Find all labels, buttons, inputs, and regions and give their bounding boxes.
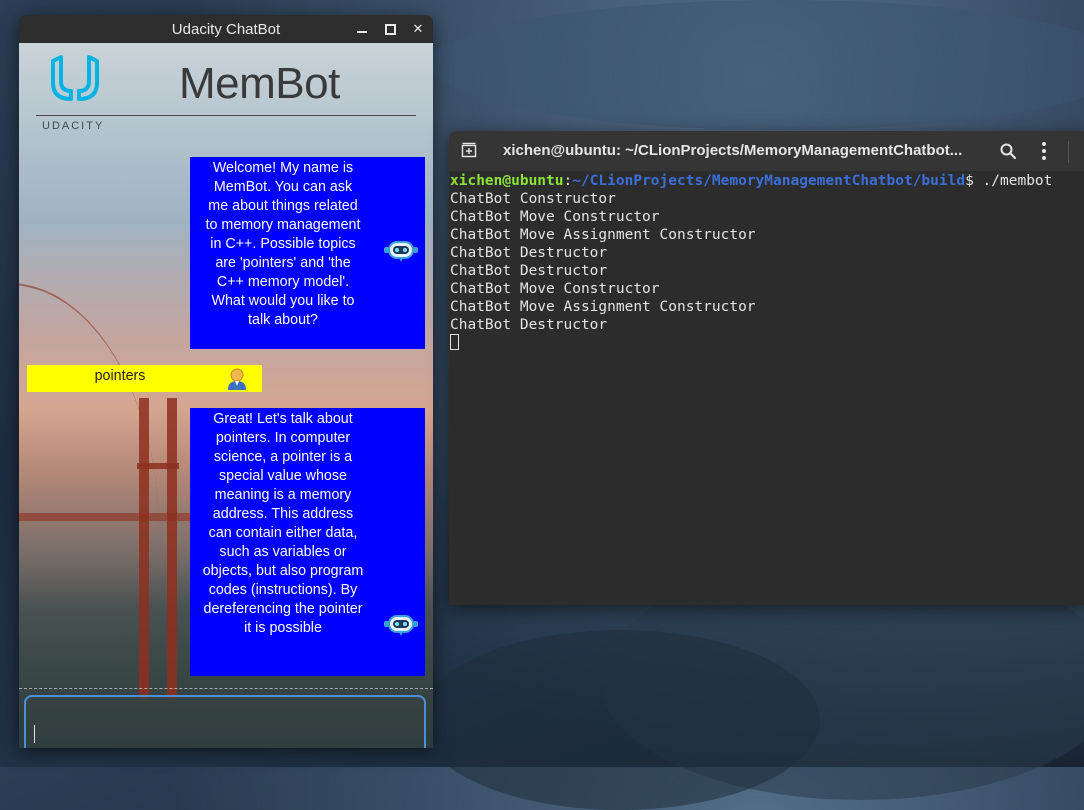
message-text: Welcome! My name is MemBot. You can ask … bbox=[205, 160, 361, 328]
chatbot-avatar-icon bbox=[384, 241, 418, 262]
divider bbox=[36, 115, 416, 116]
bot-message: Welcome! My name is MemBot. You can ask … bbox=[190, 157, 425, 349]
message-text: pointers bbox=[94, 368, 146, 384]
maximize-icon[interactable] bbox=[383, 22, 397, 36]
output-line: ChatBot Move Constructor bbox=[450, 281, 660, 297]
output-line: ChatBot Move Assignment Constructor bbox=[450, 299, 756, 315]
output-line: ChatBot Constructor bbox=[450, 191, 616, 207]
menu-icon[interactable] bbox=[1041, 141, 1047, 161]
user-avatar-icon bbox=[228, 368, 246, 390]
bridge-cable bbox=[19, 283, 159, 748]
bridge-tower bbox=[167, 398, 177, 698]
user-message: pointers bbox=[27, 365, 262, 392]
chatbot-titlebar[interactable]: Udacity ChatBot ✕ bbox=[19, 15, 433, 43]
prompt-path: ~/CLionProjects/MemoryManagementChatbot/… bbox=[572, 173, 966, 189]
message-input[interactable] bbox=[24, 695, 426, 748]
prompt-symbol: $ bbox=[965, 173, 974, 189]
terminal-titlebar[interactable]: xichen@ubuntu: ~/CLionProjects/MemoryMan… bbox=[449, 131, 1084, 171]
prompt-user: xichen@ubuntu bbox=[450, 173, 564, 189]
output-line: ChatBot Destructor bbox=[450, 317, 608, 333]
bot-message: Great! Let's talk about pointers. In com… bbox=[190, 408, 425, 676]
command-line: xichen@ubuntu:~/CLionProjects/MemoryMana… bbox=[450, 172, 1084, 190]
text-caret bbox=[34, 725, 35, 743]
udacity-logo-icon bbox=[51, 55, 99, 101]
terminal-cursor-line bbox=[450, 334, 1084, 352]
window-title: Udacity ChatBot bbox=[171, 20, 281, 38]
logo-area: UDACITY MemBot bbox=[19, 43, 433, 143]
chatbot-avatar-icon bbox=[384, 615, 418, 636]
terminal-output[interactable]: xichen@ubuntu:~/CLionProjects/MemoryMana… bbox=[450, 172, 1084, 352]
chat-panel: UDACITY MemBot Welcome! My name is MemBo… bbox=[19, 43, 433, 748]
search-icon[interactable] bbox=[999, 142, 1017, 160]
message-text: Great! Let's talk about pointers. In com… bbox=[202, 411, 364, 636]
minimize-icon[interactable] bbox=[355, 22, 369, 36]
terminal-window: xichen@ubuntu: ~/CLionProjects/MemoryMan… bbox=[449, 131, 1084, 605]
new-tab-icon[interactable] bbox=[461, 142, 477, 158]
command-text: ./membot bbox=[973, 173, 1053, 189]
output-line: ChatBot Move Constructor bbox=[450, 209, 660, 225]
udacity-logo-caption: UDACITY bbox=[42, 120, 105, 132]
output-line: ChatBot Destructor bbox=[450, 245, 608, 261]
terminal-cursor bbox=[450, 334, 459, 350]
divider bbox=[19, 688, 433, 689]
output-line: ChatBot Move Assignment Constructor bbox=[450, 227, 756, 243]
chatbot-window: Udacity ChatBot ✕ UDACITY MemBot Welcome… bbox=[19, 15, 433, 748]
prompt-separator: : bbox=[563, 173, 573, 189]
window-title: xichen@ubuntu: ~/CLionProjects/MemoryMan… bbox=[503, 142, 963, 159]
close-icon[interactable]: ✕ bbox=[411, 21, 425, 36]
output-line: ChatBot Destructor bbox=[450, 263, 608, 279]
app-title: MemBot bbox=[179, 59, 340, 108]
divider bbox=[1068, 141, 1069, 163]
